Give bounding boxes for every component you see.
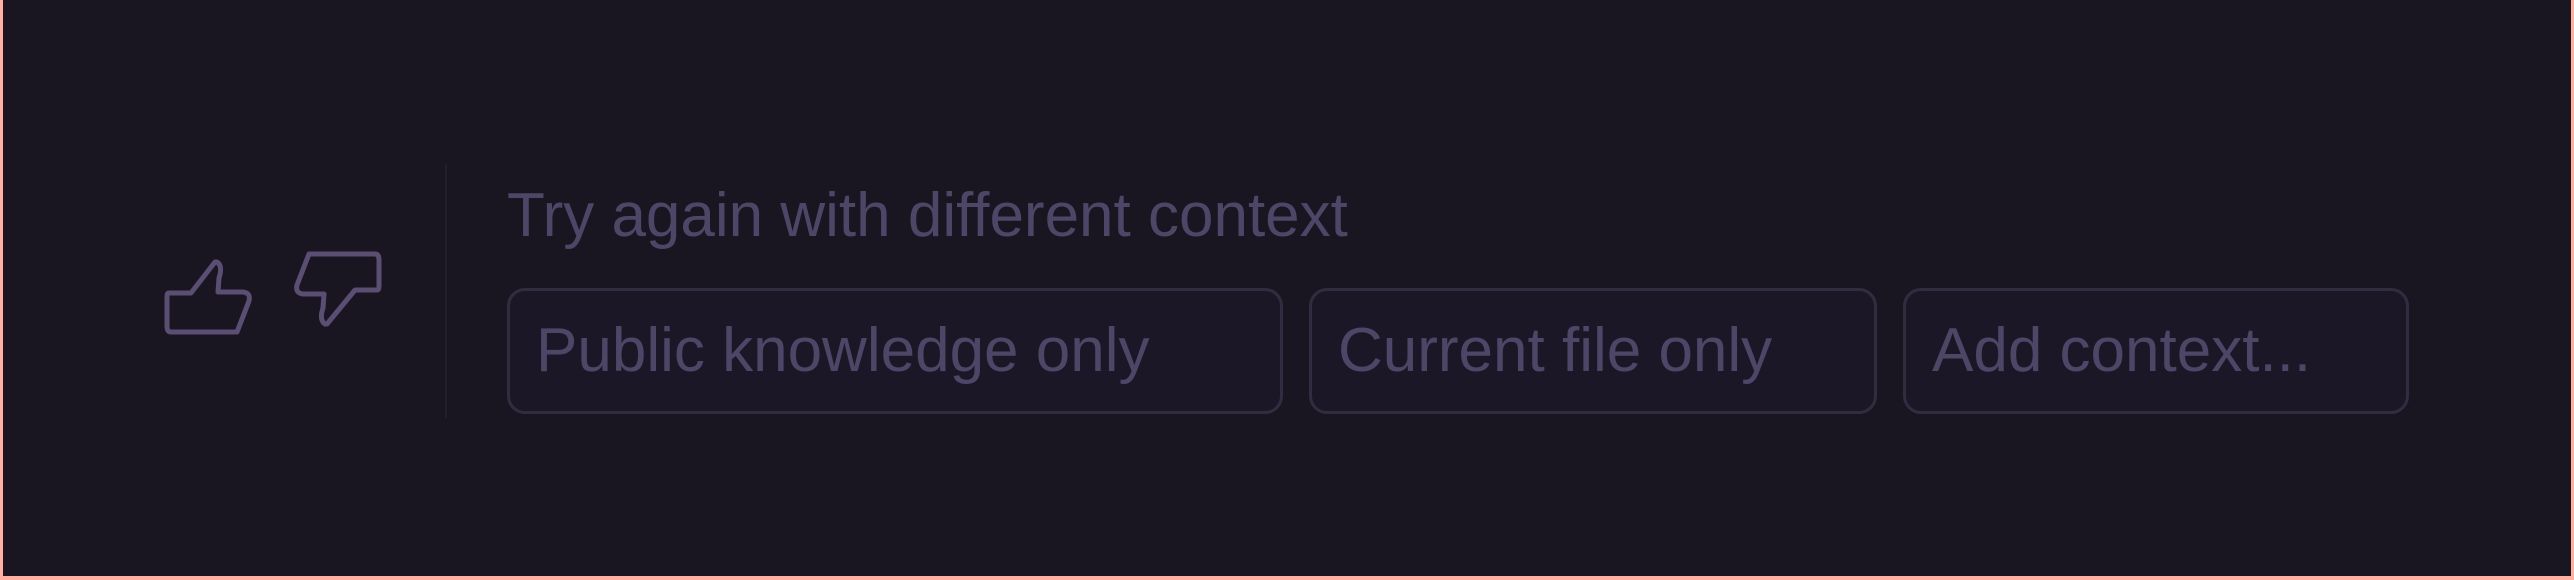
add-context-button[interactable]: Add context... — [1903, 288, 2409, 414]
retry-heading: Try again with different context — [507, 181, 1348, 250]
feedback-panel: Try again with different context Public … — [3, 0, 2571, 576]
thumbs-down-icon — [294, 251, 382, 327]
feedback-buttons — [163, 248, 383, 338]
public-knowledge-only-button[interactable]: Public knowledge only — [507, 288, 1283, 414]
thumbs-up-button[interactable] — [163, 248, 259, 338]
vertical-divider — [445, 164, 447, 418]
thumbs-up-icon — [164, 259, 252, 335]
thumbs-down-button[interactable] — [287, 248, 383, 338]
current-file-only-button[interactable]: Current file only — [1309, 288, 1877, 414]
